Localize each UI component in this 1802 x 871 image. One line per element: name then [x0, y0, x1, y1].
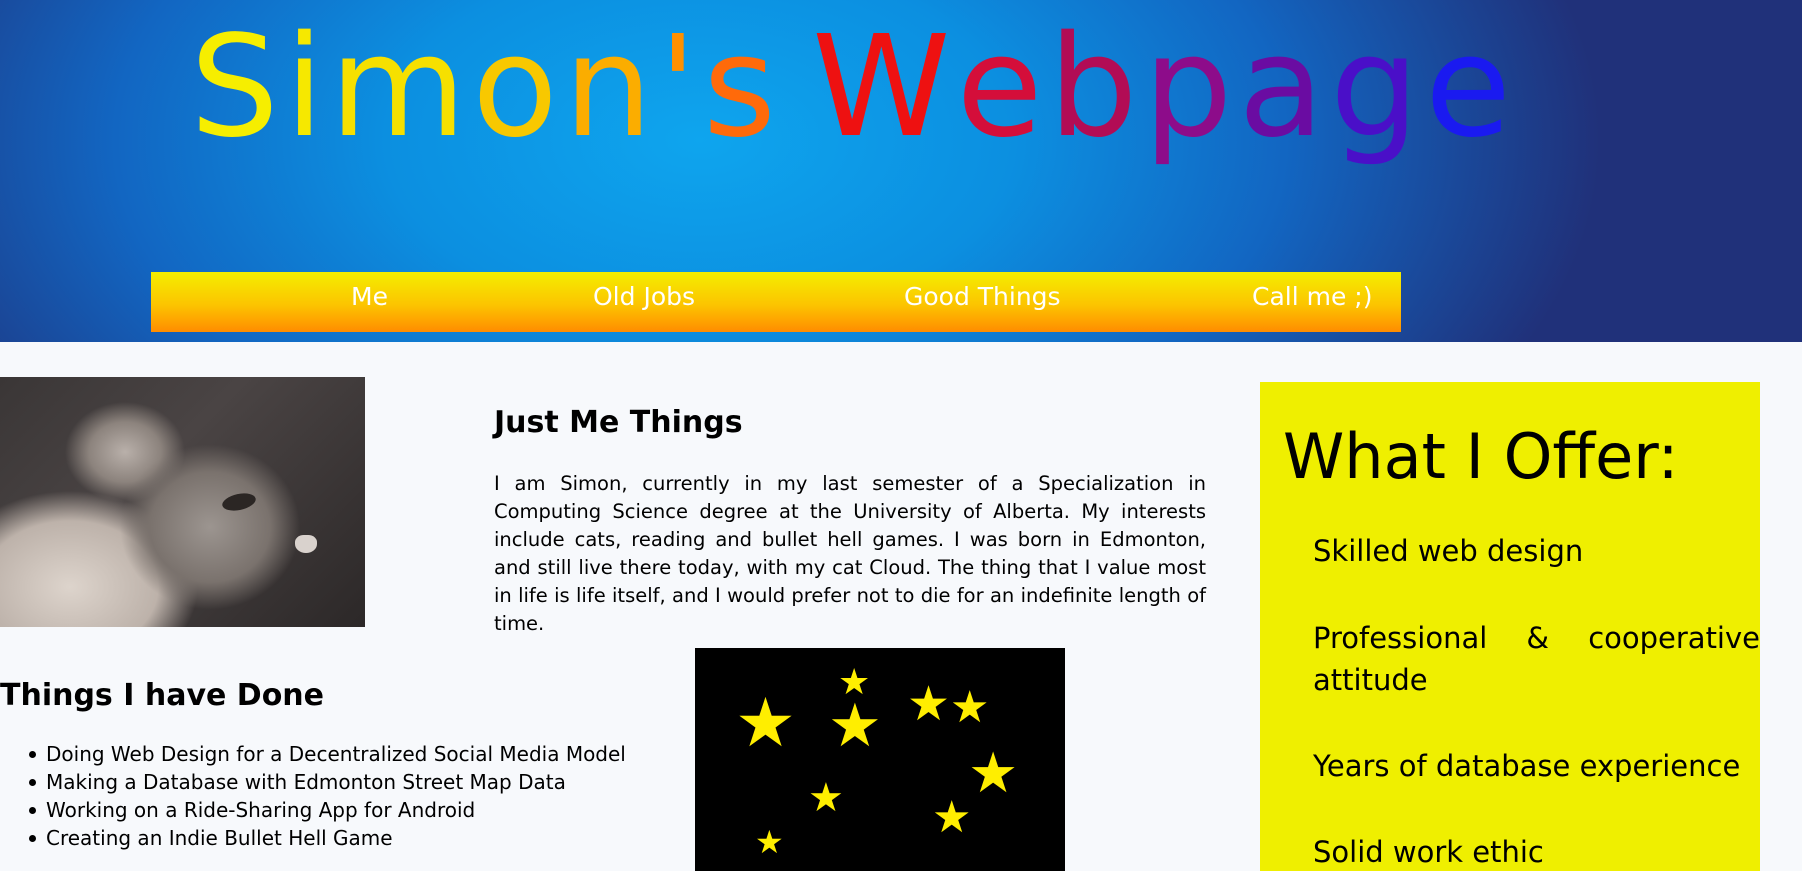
cat-nose — [295, 535, 317, 553]
list-item: Making a Database with Edmonton Street M… — [29, 768, 626, 796]
offer-item: Skilled web design — [1313, 534, 1584, 568]
offer-panel: What I Offer: Skilled web design Profess… — [1260, 382, 1760, 871]
star-icon: ★ — [968, 741, 1019, 806]
done-heading: Things I have Done — [0, 678, 325, 713]
title-letter: n — [563, 6, 659, 169]
title-letter: e — [956, 6, 1049, 169]
offer-item: Solid work ethic — [1313, 835, 1544, 869]
star-icon: ★ — [828, 691, 882, 761]
title-letter: p — [1143, 6, 1239, 169]
offer-item: Years of database experience — [1313, 749, 1741, 783]
title-letter — [782, 18, 812, 158]
star-icon: ★ — [950, 682, 990, 733]
star-icon: ★ — [808, 775, 844, 821]
cat-photo — [0, 377, 365, 627]
nav-item-good-things[interactable]: Good Things — [904, 272, 1061, 332]
offer-title: What I Offer: — [1283, 420, 1679, 493]
stars-image: ★ ★ ★ ★ ★ ★ ★ ★ ★ — [695, 648, 1065, 871]
title-letter: W — [812, 6, 957, 169]
done-list: Doing Web Design for a Decentralized Soc… — [29, 740, 626, 852]
nav-item-me[interactable]: Me — [351, 272, 388, 332]
star-icon: ★ — [755, 823, 784, 861]
offer-item: Professional & cooperative attitude — [1313, 621, 1760, 697]
star-icon: ★ — [735, 684, 796, 763]
list-item: Working on a Ride-Sharing App for Androi… — [29, 796, 626, 824]
title-letter: ' — [658, 6, 704, 169]
title-letter: S — [190, 6, 285, 169]
title-letter: e — [1425, 6, 1518, 169]
title-letter: i — [284, 6, 330, 169]
about-text: I am Simon, currently in my last semeste… — [494, 472, 1206, 635]
star-icon: ★ — [932, 792, 972, 843]
cat-eye — [220, 490, 258, 514]
title-letter: b — [1048, 6, 1144, 169]
title-letter: s — [703, 6, 783, 169]
title-letter: g — [1330, 6, 1426, 169]
site-header: Simon's Webpage Me Old Jobs Good Things … — [0, 0, 1802, 342]
list-item: Doing Web Design for a Decentralized Soc… — [29, 742, 626, 766]
nav-item-call-me[interactable]: Call me ;) — [1252, 272, 1372, 332]
nav-bar: Me Old Jobs Good Things Call me ;) — [151, 272, 1401, 332]
about-heading: Just Me Things — [494, 405, 743, 440]
star-icon: ★ — [907, 676, 951, 732]
title-letter: m — [329, 6, 473, 169]
title-letter: o — [472, 6, 564, 169]
nav-item-old-jobs[interactable]: Old Jobs — [593, 272, 695, 332]
list-item: Creating an Indie Bullet Hell Game — [29, 824, 626, 852]
title-letter: a — [1238, 6, 1331, 169]
site-title: Simon's Webpage — [190, 18, 1517, 158]
